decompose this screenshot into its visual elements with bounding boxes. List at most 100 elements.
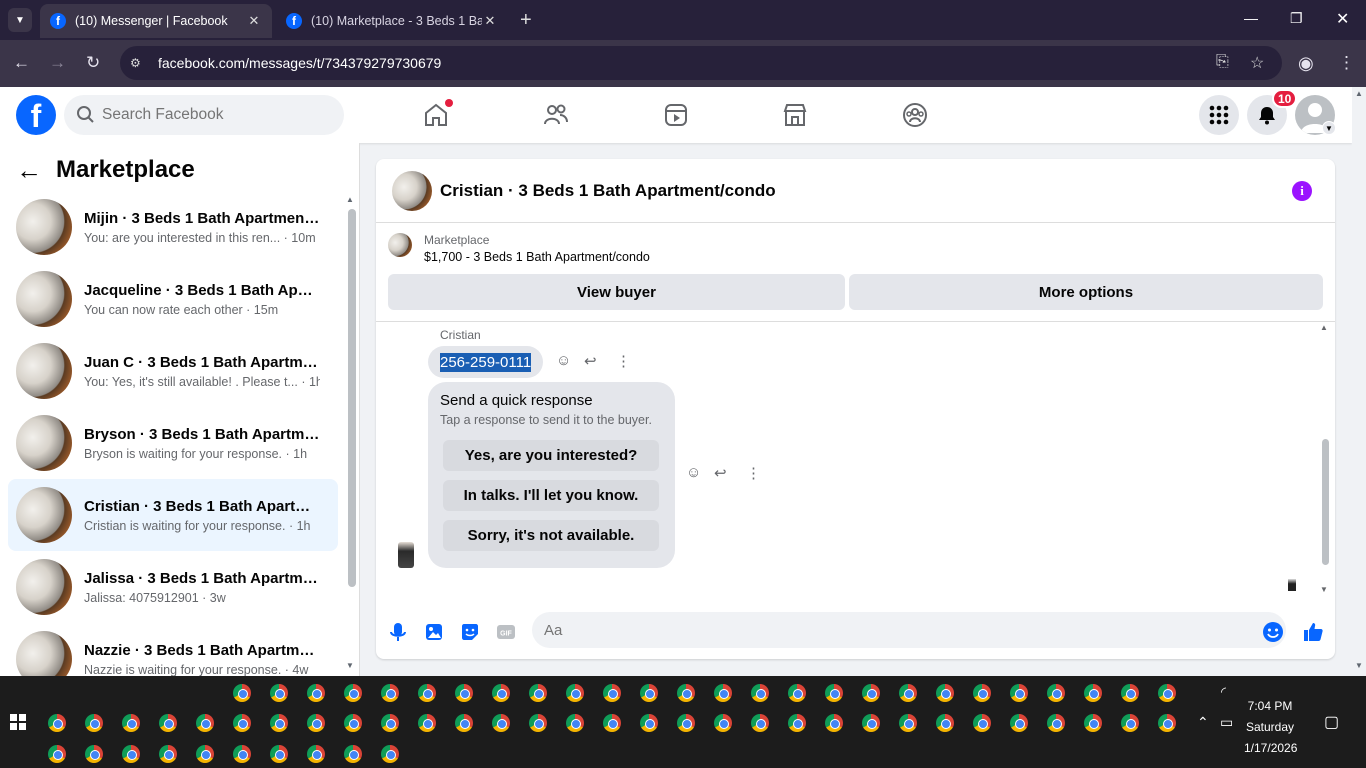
chrome-taskbar-icon[interactable] xyxy=(862,714,880,732)
chrome-taskbar-icon[interactable] xyxy=(714,714,732,732)
chrome-taskbar-icon[interactable] xyxy=(455,714,473,732)
chrome-taskbar-icon[interactable] xyxy=(307,714,325,732)
chrome-taskbar-icon[interactable] xyxy=(566,684,584,702)
message-text-selected[interactable]: 256-259-0111 xyxy=(440,352,532,372)
chrome-taskbar-icon[interactable] xyxy=(603,714,621,732)
chrome-taskbar-icon[interactable] xyxy=(899,684,917,702)
chrome-taskbar-icon[interactable] xyxy=(48,714,66,732)
notification-center-icon[interactable]: ▢ xyxy=(1324,712,1339,732)
tab-search-dropdown-icon[interactable]: ▼ xyxy=(8,8,32,32)
chrome-taskbar-icon[interactable] xyxy=(492,714,510,732)
message-input[interactable] xyxy=(544,621,1224,639)
groups-icon[interactable] xyxy=(901,101,929,129)
sidebar-scrollbar[interactable] xyxy=(348,209,356,587)
message-more-icon[interactable]: ⋮ xyxy=(746,464,761,482)
url-text[interactable]: facebook.com/messages/t/734379279730679 xyxy=(158,55,441,71)
chrome-taskbar-icon[interactable] xyxy=(751,684,769,702)
chat-scrollbar[interactable] xyxy=(1322,439,1329,565)
search-box[interactable] xyxy=(64,95,344,135)
chrome-taskbar-icon[interactable] xyxy=(640,684,658,702)
marketplace-icon[interactable] xyxy=(781,101,809,129)
close-tab-icon[interactable]: ✕ xyxy=(482,13,498,29)
sticker-icon[interactable] xyxy=(459,621,481,643)
back-icon[interactable]: ← xyxy=(13,53,30,73)
chrome-taskbar-icon[interactable] xyxy=(862,684,880,702)
back-arrow-icon[interactable]: ← xyxy=(16,155,42,185)
chrome-taskbar-icon[interactable] xyxy=(1158,714,1176,732)
chrome-taskbar-icon[interactable] xyxy=(492,684,510,702)
chrome-taskbar-icon[interactable] xyxy=(159,745,177,763)
info-icon[interactable]: i xyxy=(1292,181,1312,201)
message-input-wrapper[interactable] xyxy=(532,612,1286,648)
chrome-taskbar-icon[interactable] xyxy=(48,745,66,763)
chrome-taskbar-icon[interactable] xyxy=(677,714,695,732)
chrome-taskbar-icon[interactable] xyxy=(381,745,399,763)
chrome-taskbar-icon[interactable] xyxy=(159,714,177,732)
quick-response-option[interactable]: Sorry, it's not available. xyxy=(443,520,659,551)
photo-icon[interactable] xyxy=(423,621,445,643)
chrome-taskbar-icon[interactable] xyxy=(1121,714,1139,732)
chrome-taskbar-icon[interactable] xyxy=(122,745,140,763)
chat-listing-avatar[interactable] xyxy=(392,170,432,211)
page-scrollbar[interactable]: ▲ ▼ xyxy=(1352,87,1366,676)
chrome-taskbar-icon[interactable] xyxy=(418,714,436,732)
friends-icon[interactable] xyxy=(542,101,570,129)
tray-chevron-up-icon[interactable]: ⌃ xyxy=(1197,714,1209,731)
facebook-logo-icon[interactable]: f xyxy=(16,95,56,135)
conversation-item[interactable]: Bryson · 3 Beds 1 Bath Apartme... Bryson … xyxy=(8,407,338,479)
restore-icon[interactable]: ❐ xyxy=(1290,10,1303,27)
quick-response-option[interactable]: In talks. I'll let you know. xyxy=(443,480,659,511)
conversation-item[interactable]: Jacqueline · 3 Beds 1 Bath Apart... You c… xyxy=(8,263,338,335)
conversation-item[interactable]: Jalissa · 3 Beds 1 Bath Apartmen... Jalis… xyxy=(8,551,338,623)
chrome-taskbar-icon[interactable] xyxy=(270,714,288,732)
chrome-taskbar-icon[interactable] xyxy=(899,714,917,732)
browser-menu-icon[interactable]: ⋮ xyxy=(1338,53,1355,73)
chrome-taskbar-icon[interactable] xyxy=(1084,684,1102,702)
chrome-taskbar-icon[interactable] xyxy=(455,684,473,702)
page-scroll-up-icon[interactable]: ▲ xyxy=(1355,89,1363,98)
wifi-icon[interactable]: ◜ xyxy=(1221,684,1226,700)
reload-icon[interactable]: ↻ xyxy=(86,53,100,73)
reply-icon[interactable]: ↩ xyxy=(714,464,727,482)
react-emoji-icon[interactable]: ☺ xyxy=(556,352,571,369)
install-app-icon[interactable]: ⎘ xyxy=(1216,53,1229,71)
chrome-taskbar-icon[interactable] xyxy=(640,714,658,732)
chrome-taskbar-icon[interactable] xyxy=(603,684,621,702)
chrome-taskbar-icon[interactable] xyxy=(973,684,991,702)
chrome-taskbar-icon[interactable] xyxy=(381,684,399,702)
chrome-taskbar-icon[interactable] xyxy=(529,714,547,732)
new-tab-icon[interactable]: + xyxy=(520,8,532,32)
chrome-taskbar-icon[interactable] xyxy=(788,714,806,732)
search-input[interactable] xyxy=(102,106,322,124)
chrome-taskbar-icon[interactable] xyxy=(1047,714,1065,732)
chat-scroll-down-icon[interactable]: ▼ xyxy=(1320,585,1328,594)
chrome-taskbar-icon[interactable] xyxy=(418,684,436,702)
chrome-taskbar-icon[interactable] xyxy=(233,714,251,732)
chrome-taskbar-icon[interactable] xyxy=(1121,684,1139,702)
chrome-taskbar-icon[interactable] xyxy=(936,714,954,732)
conversation-item[interactable]: Nazzie · 3 Beds 1 Bath Apartmen... Nazzie… xyxy=(8,623,338,676)
chrome-taskbar-icon[interactable] xyxy=(751,714,769,732)
chrome-taskbar-icon[interactable] xyxy=(1084,714,1102,732)
account-chevron-down-icon[interactable]: ▼ xyxy=(1322,121,1336,135)
chrome-taskbar-icon[interactable] xyxy=(1010,684,1028,702)
chrome-taskbar-icon[interactable] xyxy=(529,684,547,702)
chat-scroll-up-icon[interactable]: ▲ xyxy=(1320,323,1328,332)
chrome-taskbar-icon[interactable] xyxy=(381,714,399,732)
chrome-taskbar-icon[interactable] xyxy=(270,745,288,763)
site-settings-icon[interactable]: ⚙ xyxy=(130,56,148,70)
emoji-icon[interactable] xyxy=(1262,621,1284,643)
chrome-taskbar-icon[interactable] xyxy=(825,684,843,702)
conversation-item[interactable]: Juan C · 3 Beds 1 Bath Apartmen... You: Y… xyxy=(8,335,338,407)
forward-icon[interactable]: → xyxy=(49,53,66,73)
chrome-taskbar-icon[interactable] xyxy=(936,684,954,702)
conversation-item[interactable]: Mijin · 3 Beds 1 Bath Apartment/... You: … xyxy=(8,191,338,263)
taskbar-clock[interactable]: 7:04 PM Saturday 1/17/2026 xyxy=(1244,696,1297,759)
more-options-button[interactable]: More options xyxy=(849,274,1323,310)
chrome-taskbar-icon[interactable] xyxy=(233,745,251,763)
chrome-taskbar-icon[interactable] xyxy=(1158,684,1176,702)
chrome-taskbar-icon[interactable] xyxy=(196,745,214,763)
video-icon[interactable] xyxy=(662,101,690,129)
chrome-taskbar-icon[interactable] xyxy=(973,714,991,732)
chrome-taskbar-icon[interactable] xyxy=(344,745,362,763)
